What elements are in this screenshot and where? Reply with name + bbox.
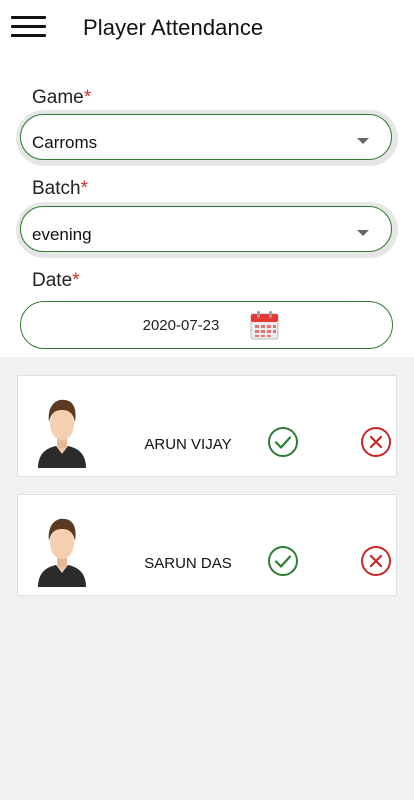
date-label-text: Date: [32, 270, 73, 291]
absent-cross-icon[interactable]: [360, 426, 392, 458]
batch-label-text: Batch: [32, 178, 81, 199]
player-name: ARUN VIJAY: [144, 436, 232, 453]
player-avatar: [38, 399, 86, 468]
page-title: Player Attendance: [83, 15, 264, 40]
date-label: Date*: [32, 270, 80, 292]
dropdown-arrow-icon: [357, 230, 369, 236]
present-check-icon[interactable]: [267, 545, 299, 577]
required-mark: *: [80, 178, 88, 199]
required-mark: *: [72, 270, 80, 291]
batch-label: Batch*: [32, 178, 88, 200]
player-card: SARUN DAS: [17, 494, 397, 596]
dropdown-arrow-icon: [357, 138, 369, 144]
game-label-text: Game: [32, 87, 84, 108]
game-select-value: Carroms: [32, 133, 98, 152]
game-label: Game*: [32, 87, 91, 109]
game-field-container: Carroms: [16, 110, 398, 166]
absent-cross-icon[interactable]: [360, 545, 392, 577]
hamburger-menu-icon[interactable]: [11, 14, 46, 40]
batch-field-container: evening: [16, 202, 398, 258]
batch-select[interactable]: evening: [20, 206, 392, 252]
app-bar: Player Attendance: [0, 0, 414, 58]
player-name: SARUN DAS: [144, 555, 232, 572]
required-mark: *: [83, 87, 92, 108]
present-check-icon[interactable]: [267, 426, 299, 458]
batch-select-value: evening: [32, 225, 92, 244]
player-avatar: [38, 518, 86, 587]
date-picker-field[interactable]: 2020-07-23: [20, 301, 393, 349]
date-value: 2020-07-23: [142, 317, 220, 334]
player-card: ARUN VIJAY: [17, 375, 397, 477]
calendar-icon[interactable]: [250, 310, 279, 340]
game-select[interactable]: Carroms: [20, 114, 392, 160]
